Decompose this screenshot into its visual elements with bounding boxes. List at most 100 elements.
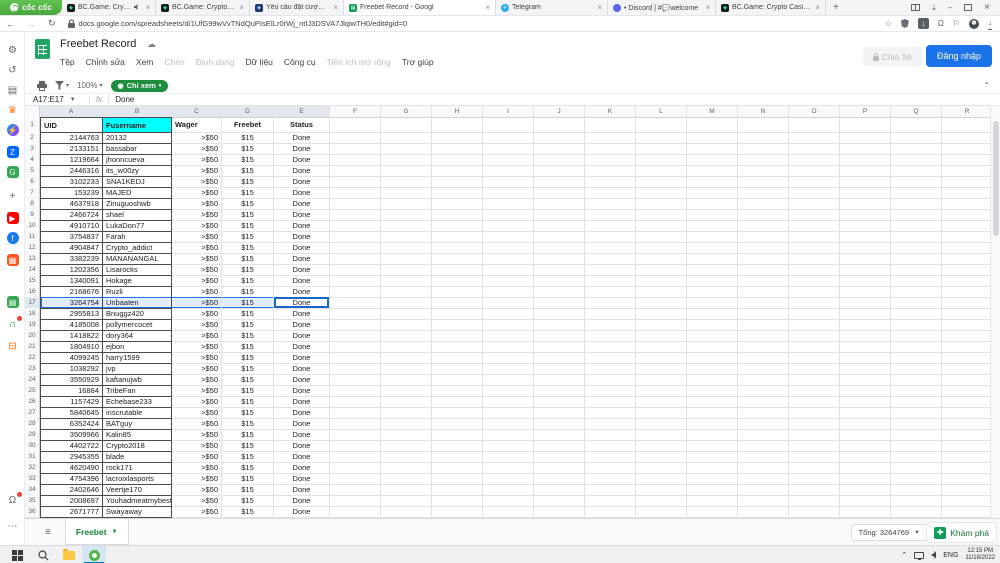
promo-calendar-icon[interactable]: ▦: [0, 252, 25, 268]
cell-J36[interactable]: [534, 506, 585, 518]
cell-F1[interactable]: [330, 117, 381, 133]
tab-close-icon[interactable]: ×: [597, 3, 602, 12]
download-active-icon[interactable]: ↓: [918, 18, 929, 29]
cell-D1[interactable]: Freebet: [222, 117, 274, 133]
cell-H1[interactable]: [432, 117, 483, 133]
cell-G1[interactable]: [381, 117, 432, 133]
back-button[interactable]: ←: [0, 19, 21, 29]
zalo-icon[interactable]: Z: [0, 144, 25, 160]
more-icon[interactable]: ⋯: [0, 518, 25, 534]
cell-I36[interactable]: [483, 506, 534, 518]
extensions-icon[interactable]: ⚐: [953, 19, 960, 29]
youtube-icon[interactable]: ▶: [0, 210, 25, 226]
cell-P1[interactable]: [840, 117, 891, 133]
tab-close-icon[interactable]: ×: [485, 3, 490, 12]
cell-B36[interactable]: Swayaway: [103, 506, 172, 518]
coccoc-brand-logo[interactable]: cốc cốc: [0, 0, 62, 15]
cell-R36[interactable]: [942, 506, 990, 518]
minimize-button[interactable]: –: [948, 4, 952, 12]
menu-tiện-ích-mở-rộng[interactable]: Tiện ích mở rộng: [327, 57, 391, 67]
signin-button[interactable]: Đăng nhập: [926, 45, 992, 67]
bookmark-star-icon[interactable]: ☆: [885, 19, 892, 29]
sheets-panel-icon[interactable]: ▤: [0, 294, 25, 310]
history-icon[interactable]: ↺: [0, 62, 25, 78]
share-button[interactable]: Chia Sẻ: [863, 47, 922, 66]
tab-close-icon[interactable]: ×: [705, 3, 710, 12]
reading-list-icon[interactable]: ▤: [0, 82, 25, 98]
menu-xem[interactable]: Xem: [136, 57, 153, 67]
shopping-cart-icon[interactable]: ⊟: [0, 338, 25, 354]
menu-trợ-giúp[interactable]: Trợ giúp: [402, 57, 434, 67]
tab-close-icon[interactable]: ×: [815, 3, 820, 12]
maximize-button[interactable]: [964, 4, 972, 11]
add-panel-icon[interactable]: +: [0, 188, 25, 204]
taskbar-search-icon[interactable]: [32, 546, 54, 563]
browser-tab-4[interactable]: ▤Freebet Record - Googl×: [344, 0, 496, 15]
menu-định-dạng[interactable]: Định dạng: [196, 57, 235, 67]
cell-F36[interactable]: [330, 506, 381, 518]
scrollbar-thumb[interactable]: [993, 121, 999, 236]
cell-O36[interactable]: [789, 506, 840, 518]
tab-close-icon[interactable]: ×: [333, 3, 338, 12]
sheet-tab-freebet[interactable]: Freebet▼: [65, 519, 129, 545]
taskbar-coccoc-icon[interactable]: [82, 546, 106, 563]
menu-chèn[interactable]: Chèn: [164, 57, 184, 67]
browser-tab-5[interactable]: ✈Telegram×: [496, 0, 608, 15]
cell-C36[interactable]: >$50: [172, 506, 222, 518]
cell-J1[interactable]: [534, 117, 585, 133]
notification-bell-icon[interactable]: Ω: [938, 19, 944, 29]
tab-close-icon[interactable]: ×: [145, 3, 150, 12]
formula-input[interactable]: Done: [115, 95, 134, 104]
cell-K1[interactable]: [585, 117, 636, 133]
browser-tab-2[interactable]: ◆BC.Game: Crypto Casino×: [156, 0, 250, 15]
close-button[interactable]: ×: [984, 4, 990, 12]
menu-tệp[interactable]: Tệp: [60, 57, 75, 67]
sheet-tab-dropdown-icon[interactable]: ▼: [112, 529, 118, 535]
cell-Q36[interactable]: [891, 506, 942, 518]
cell-Q1[interactable]: [891, 117, 942, 133]
tab-overview-icon[interactable]: [911, 4, 920, 11]
taskbar-clock[interactable]: 12:15 PM 11/18/2022: [965, 548, 995, 562]
filter-icon[interactable]: ▾: [55, 81, 69, 90]
profile-avatar-icon[interactable]: [969, 19, 979, 29]
cell-P36[interactable]: [840, 506, 891, 518]
view-only-button[interactable]: ◉ Chỉ xem ▾: [111, 80, 169, 92]
cell-R1[interactable]: [942, 117, 990, 133]
collapse-toolbar-icon[interactable]: ⌃: [983, 81, 990, 90]
start-button[interactable]: [6, 546, 28, 563]
all-sheets-icon[interactable]: ≡: [45, 527, 51, 538]
hot-news-icon[interactable]: ♛: [0, 102, 25, 118]
explore-button[interactable]: ✚ Khám phá: [926, 522, 997, 543]
browser-tab-3[interactable]: ◆Yêu cầu đặt cược miễn p×: [250, 0, 344, 15]
url-box[interactable]: docs.google.com/spreadsheets/d/1UfG99wVv…: [68, 19, 877, 28]
reload-button[interactable]: ↻: [42, 18, 62, 29]
cell-B1[interactable]: Fusername: [103, 117, 172, 133]
forward-button[interactable]: →: [21, 19, 42, 29]
menu-chỉnh-sửa[interactable]: Chỉnh sửa: [86, 57, 125, 67]
row-header-1[interactable]: 1: [25, 117, 40, 133]
cell-E1[interactable]: Status: [274, 117, 330, 133]
menu-dữ-liệu[interactable]: Dữ liệu: [245, 57, 272, 67]
cell-L36[interactable]: [636, 506, 687, 518]
cell-H36[interactable]: [432, 506, 483, 518]
tab-close-icon[interactable]: ×: [239, 3, 244, 12]
cell-L1[interactable]: [636, 117, 687, 133]
new-tab-button[interactable]: +: [826, 0, 846, 15]
sum-chip[interactable]: Tổng: 3264769▼: [851, 524, 928, 541]
file-explorer-icon[interactable]: [58, 546, 80, 563]
zoom-select[interactable]: 100%▾: [77, 81, 102, 90]
language-indicator[interactable]: ENG: [943, 552, 958, 559]
vertical-scrollbar[interactable]: [990, 107, 1000, 518]
cell-A36[interactable]: 2671777: [40, 506, 103, 518]
cell-A1[interactable]: UID: [40, 117, 103, 133]
network-icon[interactable]: [914, 552, 924, 559]
tray-chevron-icon[interactable]: ⌃: [901, 551, 907, 559]
cell-K36[interactable]: [585, 506, 636, 518]
browser-tab-1[interactable]: ◆BC.Game: Crypto Cas×: [62, 0, 156, 15]
menu-công-cụ[interactable]: Công cụ: [284, 57, 316, 67]
cell-C1[interactable]: Wager: [172, 117, 222, 133]
name-box[interactable]: A17:E17▼: [25, 95, 83, 104]
print-icon[interactable]: [37, 81, 47, 91]
cell-M1[interactable]: [687, 117, 738, 133]
messenger-icon[interactable]: ⚡: [0, 122, 25, 138]
